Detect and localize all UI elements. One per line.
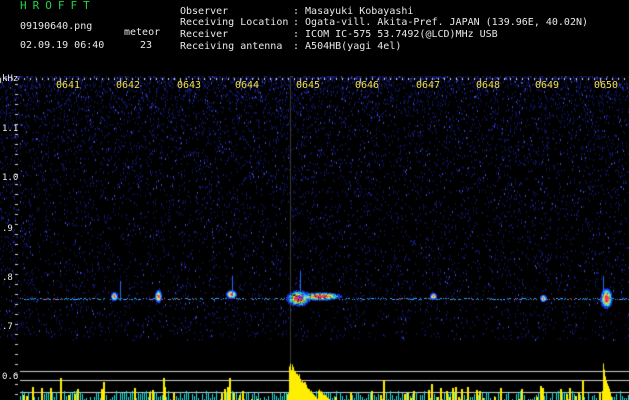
time-label-0644: 0644 [235,80,260,91]
time-label-0647: 0647 [416,80,441,91]
freq-unit-label: kHz [2,74,19,84]
info-location-label: Receiving Location [180,17,289,28]
freq-label-0-6: 0.6 [2,372,19,382]
datetime-label: 02.09.19 06:40 [20,40,105,51]
info-receiver-value: : ICOM IC-575 53.7492(@LCD)MHz USB [293,29,498,40]
counter-value: 23 [140,40,153,51]
info-antenna-value: : A504HB(yagi 4el) [293,41,402,52]
filename-label: 09190640.png [20,21,93,32]
info-antenna-label: Receiving antenna [180,41,283,52]
spectrogram-canvas [0,76,629,400]
freq-label-1-1: 1.1 [2,124,19,134]
time-label-0645: 0645 [296,80,321,91]
time-label-0650: 0650 [594,80,619,91]
time-label-0646: 0646 [355,80,380,91]
brand-title: HROFFT [20,0,96,12]
freq-label-0-9: .9 [2,224,13,234]
info-receiver-label: Receiver [180,29,229,40]
freq-label-0-8: .8 [2,273,13,283]
freq-label-1-0: 1.0 [2,173,19,183]
counter-label: meteor [124,27,161,38]
time-label-0641: 0641 [56,80,81,91]
freq-label-0-7: .7 [2,322,13,332]
time-label-0642: 0642 [116,80,141,91]
time-label-0649: 0649 [535,80,560,91]
time-label-0643: 0643 [177,80,202,91]
time-label-0648: 0648 [476,80,501,91]
info-location-value: : Ogata-vill. Akita-Pref. JAPAN (139.96E… [293,17,589,28]
